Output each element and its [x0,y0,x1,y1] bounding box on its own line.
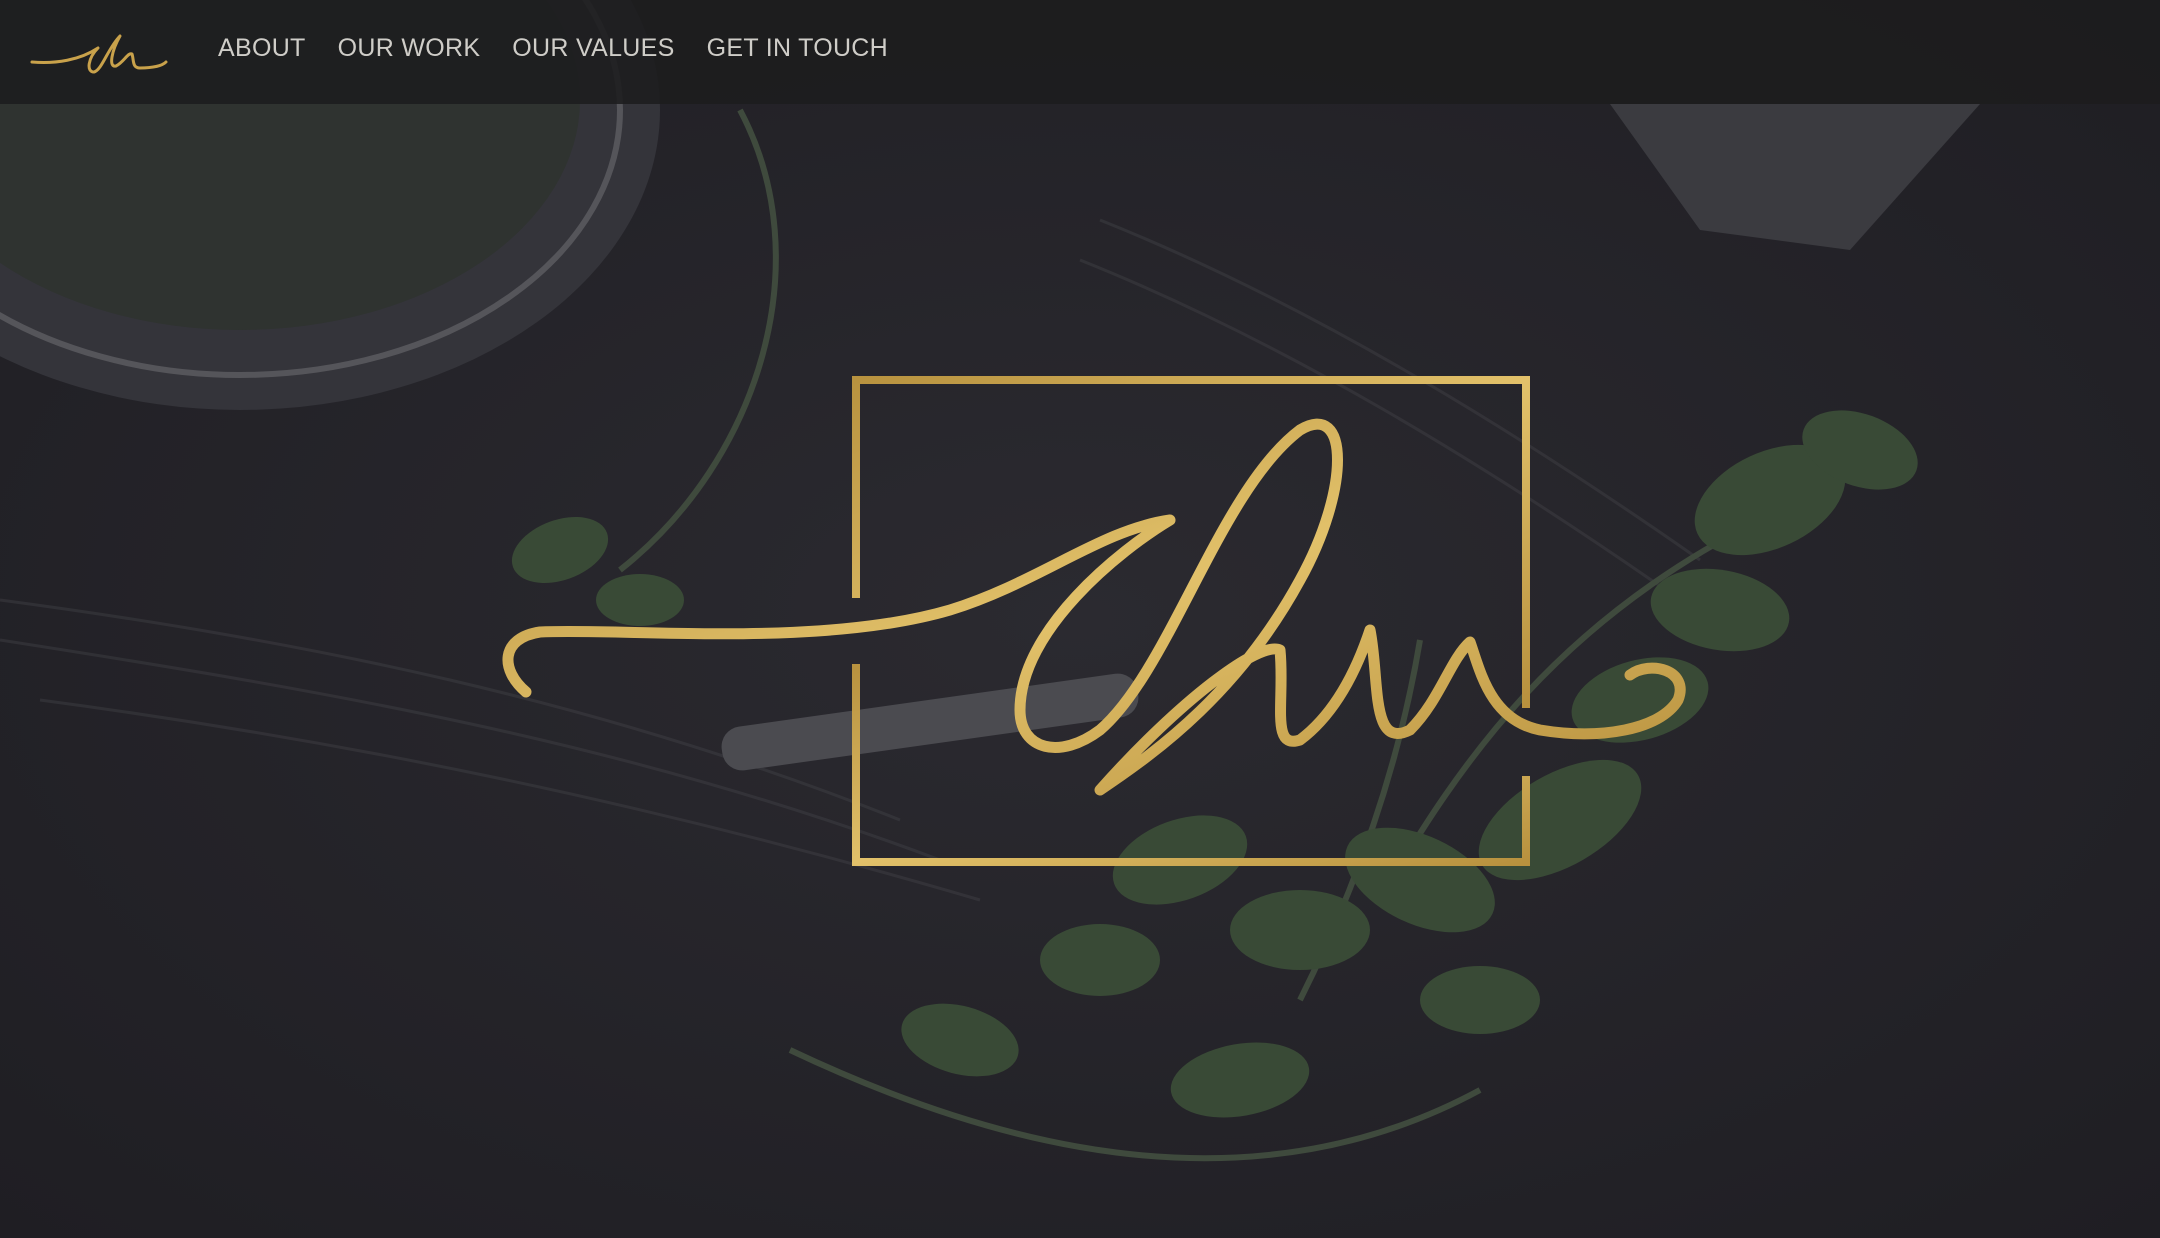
nav-link-our-values[interactable]: OUR VALUES [512,34,674,63]
nav-link-about[interactable]: ABOUT [218,34,306,63]
nav-link-our-work[interactable]: OUR WORK [338,34,481,63]
main-nav: ABOUT OUR WORK OUR VALUES GET IN TOUCH [218,0,888,96]
top-navigation-bar: ABOUT OUR WORK OUR VALUES GET IN TOUCH [0,0,2160,104]
page: ABOUT OUR WORK OUR VALUES GET IN TOUCH [0,0,2160,1238]
gold-frame [852,376,1530,866]
nav-link-get-in-touch[interactable]: GET IN TOUCH [707,34,888,63]
framed-signature-monogram-icon [502,376,1686,866]
signature-monogram-icon[interactable] [28,24,172,80]
gold-signature [502,418,1686,796]
